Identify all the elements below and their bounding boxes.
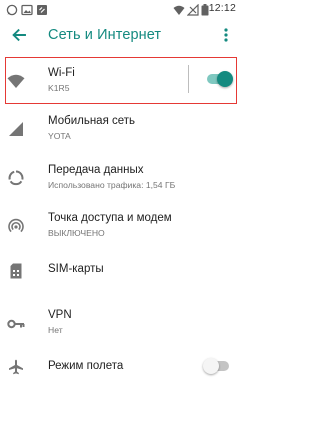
page-title: Сеть и Интернет (48, 27, 162, 43)
wifi-icon (6, 71, 26, 91)
hotspot-setting[interactable]: Точка доступа и модем ВЫКЛЮЧЕНО (0, 206, 242, 248)
wifi-signal-icon (173, 3, 185, 15)
no-sim-signal-icon (186, 3, 199, 16)
vpn-key-icon (6, 314, 26, 334)
mobile-network-operator: YOTA (48, 131, 71, 141)
hotspot-title: Точка доступа и модем (48, 212, 172, 224)
data-usage-setting[interactable]: Передача данных Использовано трафика: 1,… (0, 158, 242, 200)
back-button[interactable] (6, 24, 32, 50)
wifi-network-name: K1R5 (48, 83, 70, 93)
sim-card-icon (6, 261, 26, 281)
airplane-icon (6, 357, 26, 377)
picture-icon (21, 3, 33, 16)
vpn-status: Нет (48, 325, 63, 335)
whatsapp-icon (6, 3, 18, 16)
data-usage-summary: Использовано трафика: 1,54 ГБ (48, 180, 176, 190)
data-usage-title: Передача данных (48, 164, 144, 176)
app-toolbar: Сеть и Интернет (0, 18, 242, 56)
wifi-toggle-thumb (217, 71, 233, 87)
screenshot-icon (36, 3, 48, 15)
sim-cards-setting[interactable]: SIM-карты (0, 256, 242, 288)
airplane-mode-title: Режим полета (48, 360, 124, 372)
hotspot-icon (6, 216, 26, 236)
cellular-signal-icon (6, 119, 26, 139)
arrow-back-icon (11, 27, 27, 48)
vpn-setting[interactable]: VPN Нет (0, 303, 242, 345)
airplane-toggle-thumb (203, 358, 219, 374)
wifi-title: Wi-Fi (48, 67, 75, 79)
hotspot-status: ВЫКЛЮЧЕНО (48, 228, 105, 238)
wifi-toggle[interactable] (205, 71, 233, 87)
status-time: 12:12 (208, 2, 236, 14)
more-vert-icon (223, 27, 229, 48)
data-usage-icon (6, 168, 26, 188)
mobile-network-title: Мобильная сеть (48, 115, 136, 127)
status-bar: 12:12 (0, 0, 242, 18)
mobile-network-setting[interactable]: Мобильная сеть YOTA (0, 110, 242, 152)
airplane-mode-toggle[interactable] (203, 358, 231, 374)
vpn-title: VPN (48, 309, 72, 321)
sim-cards-title: SIM-карты (48, 263, 104, 275)
more-options-button[interactable] (214, 24, 238, 50)
wifi-divider (188, 65, 189, 93)
